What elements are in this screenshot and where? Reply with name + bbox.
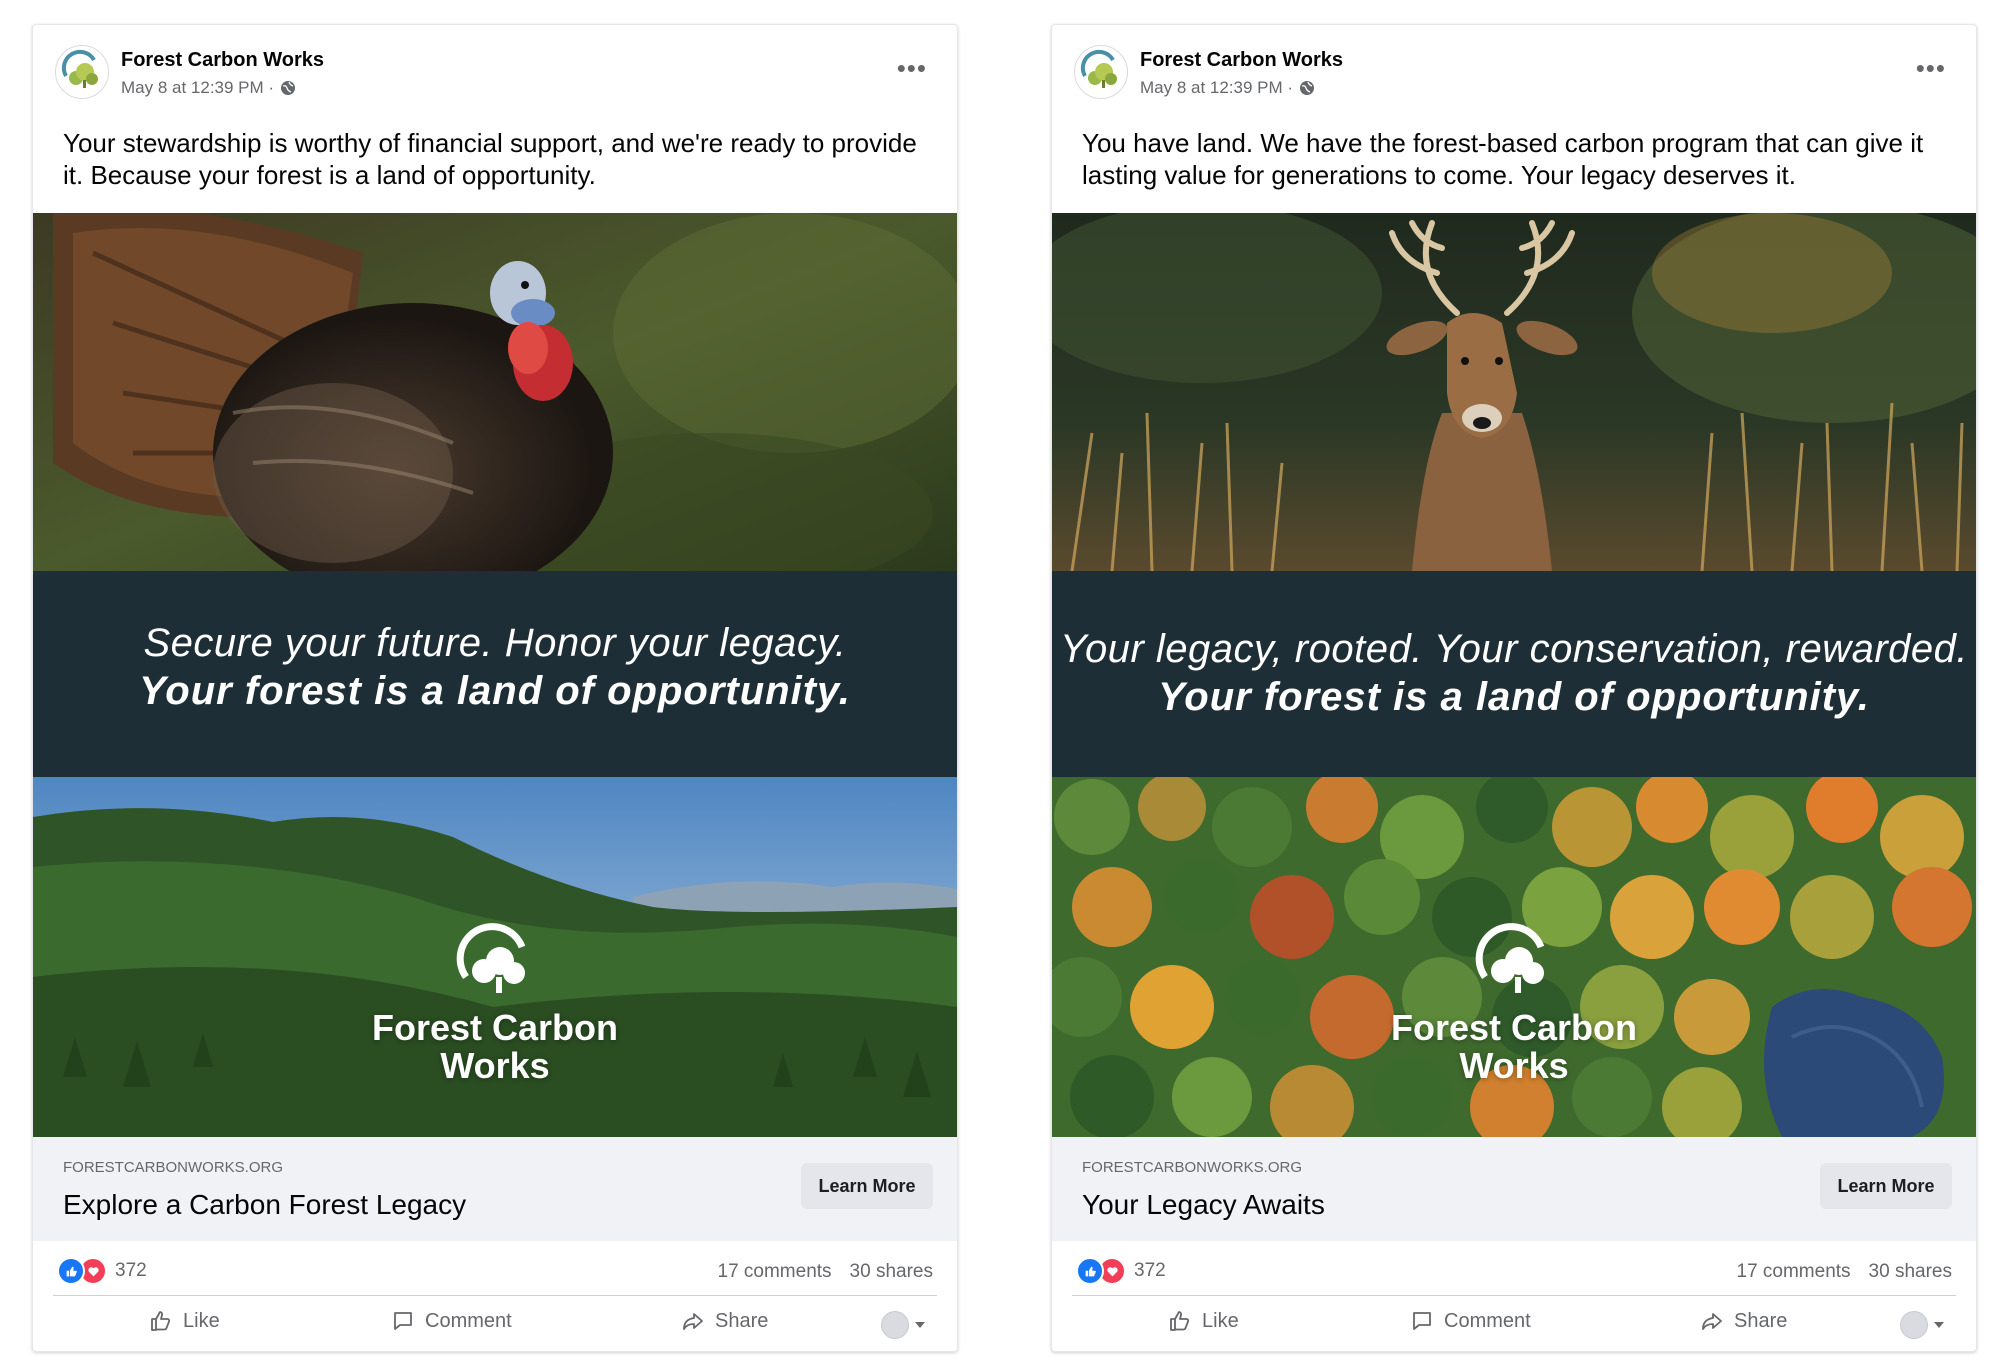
- share-count[interactable]: 30 shares: [850, 1261, 933, 1283]
- link-domain: FORESTCARBONWORKS.ORG: [1082, 1159, 1303, 1176]
- tagline-line-2: Your forest is a land of opportunity.: [1158, 675, 1870, 719]
- post-stats: 372 17 comments 30 shares: [33, 1243, 957, 1295]
- comment-button[interactable]: Comment: [391, 1309, 512, 1333]
- reaction-summary[interactable]: 372: [1076, 1257, 1166, 1285]
- brand-line-2: Works: [1459, 1045, 1569, 1086]
- share-label: Share: [715, 1309, 769, 1332]
- share-button[interactable]: Share: [1700, 1309, 1787, 1333]
- share-count[interactable]: 30 shares: [1869, 1261, 1952, 1283]
- engagement-counts: 17 comments 30 shares: [1737, 1261, 1953, 1283]
- globe-icon: [281, 81, 296, 95]
- brand-line-2: Works: [440, 1045, 550, 1086]
- reaction-count: 372: [1134, 1260, 1166, 1281]
- divider: [1072, 1295, 1956, 1296]
- ad-creative[interactable]: Your legacy, rooted. Your conservation, …: [1052, 213, 1976, 1137]
- post-header: Forest Carbon Works May 8 at 12:39 PM · …: [1052, 25, 1976, 115]
- tagline-line-2: Your forest is a land of opportunity.: [139, 669, 851, 713]
- user-avatar: [881, 1311, 909, 1339]
- globe-icon: [1300, 81, 1315, 95]
- reaction-count: 372: [115, 1260, 147, 1281]
- post-timestamp[interactable]: May 8 at 12:39 PM ·: [1140, 78, 1293, 98]
- brand-line-1: Forest Carbon: [1390, 1007, 1638, 1048]
- post-timestamp[interactable]: May 8 at 12:39 PM ·: [121, 78, 274, 98]
- action-bar: Like Comment Share: [33, 1297, 957, 1351]
- comment-icon: [394, 1312, 412, 1330]
- forest-carbon-logo-icon: [456, 923, 526, 993]
- chevron-down-icon: [1934, 1322, 1944, 1328]
- brand-wordmark: Forest Carbon Works: [1052, 1009, 1976, 1085]
- turkey-photo: [33, 213, 957, 571]
- post-meta: May 8 at 12:39 PM ·: [121, 78, 296, 98]
- page-avatar[interactable]: [55, 45, 109, 99]
- more-options-icon[interactable]: •••: [897, 55, 927, 81]
- link-preview[interactable]: FORESTCARBONWORKS.ORG Explore a Carbon F…: [33, 1137, 957, 1241]
- share-label: Share: [1734, 1309, 1788, 1332]
- facebook-post: Forest Carbon Works May 8 at 12:39 PM · …: [32, 24, 958, 1352]
- user-avatar: [1900, 1311, 1928, 1339]
- link-headline[interactable]: Your Legacy Awaits: [1082, 1189, 1325, 1221]
- brand-wordmark: Forest Carbon Works: [33, 1009, 957, 1085]
- comment-label: Comment: [425, 1309, 512, 1332]
- post-meta: May 8 at 12:39 PM ·: [1140, 78, 1315, 98]
- divider: [53, 1295, 937, 1296]
- like-button[interactable]: Like: [149, 1309, 220, 1333]
- link-headline[interactable]: Explore a Carbon Forest Legacy: [63, 1189, 466, 1221]
- post-header: Forest Carbon Works May 8 at 12:39 PM · …: [33, 25, 957, 115]
- page-avatar[interactable]: [1074, 45, 1128, 99]
- chevron-down-icon: [915, 1322, 925, 1328]
- comment-count[interactable]: 17 comments: [718, 1261, 832, 1283]
- share-button[interactable]: Share: [681, 1309, 768, 1333]
- aerial-forest-photo-panel: Forest Carbon Works: [1052, 771, 1976, 1137]
- comment-count[interactable]: 17 comments: [1737, 1261, 1851, 1283]
- more-options-icon[interactable]: •••: [1916, 55, 1946, 81]
- tagline-band: Your legacy, rooted. Your conservation, …: [1052, 571, 1976, 777]
- reaction-summary[interactable]: 372: [57, 1257, 147, 1285]
- link-domain: FORESTCARBONWORKS.ORG: [63, 1159, 284, 1176]
- like-label: Like: [183, 1309, 220, 1332]
- post-as-selector[interactable]: [1900, 1311, 1944, 1339]
- tagline-line-1: Secure your future. Honor your legacy.: [143, 621, 847, 665]
- forest-carbon-logo-icon: [1475, 923, 1545, 993]
- valley-photo-panel: Forest Carbon Works: [33, 777, 957, 1137]
- tagline-line-1: Your legacy, rooted. Your conservation, …: [1060, 627, 1968, 671]
- post-caption: You have land. We have the forest-based …: [1082, 128, 1924, 190]
- share-icon: [683, 1313, 703, 1330]
- like-label: Like: [1202, 1309, 1239, 1332]
- ad-creative[interactable]: Secure your future. Honor your legacy. Y…: [33, 213, 957, 1137]
- comment-button[interactable]: Comment: [1410, 1309, 1531, 1333]
- comment-label: Comment: [1444, 1309, 1531, 1332]
- like-button[interactable]: Like: [1168, 1309, 1239, 1333]
- post-caption: Your stewardship is worthy of financial …: [63, 128, 917, 190]
- post-stats: 372 17 comments 30 shares: [1052, 1243, 1976, 1295]
- learn-more-button[interactable]: Learn More: [801, 1163, 933, 1209]
- facebook-post: Forest Carbon Works May 8 at 12:39 PM · …: [1051, 24, 1977, 1352]
- post-as-selector[interactable]: [881, 1311, 925, 1339]
- page-name[interactable]: Forest Carbon Works: [121, 49, 324, 72]
- brand-line-1: Forest Carbon: [371, 1007, 619, 1048]
- like-reaction-icon: [57, 1257, 85, 1285]
- like-reaction-icon: [1076, 1257, 1104, 1285]
- share-icon: [1702, 1313, 1722, 1330]
- action-bar: Like Comment Share: [1052, 1297, 1976, 1351]
- link-preview[interactable]: FORESTCARBONWORKS.ORG Your Legacy Awaits…: [1052, 1137, 1976, 1241]
- thumbs-up-icon: [1170, 1311, 1190, 1331]
- deer-photo: [1052, 213, 1976, 571]
- engagement-counts: 17 comments 30 shares: [718, 1261, 934, 1283]
- thumbs-up-icon: [151, 1311, 171, 1331]
- comment-icon: [1413, 1312, 1431, 1330]
- learn-more-button[interactable]: Learn More: [1820, 1163, 1952, 1209]
- page-name[interactable]: Forest Carbon Works: [1140, 49, 1343, 72]
- tagline-band: Secure your future. Honor your legacy. Y…: [33, 571, 957, 777]
